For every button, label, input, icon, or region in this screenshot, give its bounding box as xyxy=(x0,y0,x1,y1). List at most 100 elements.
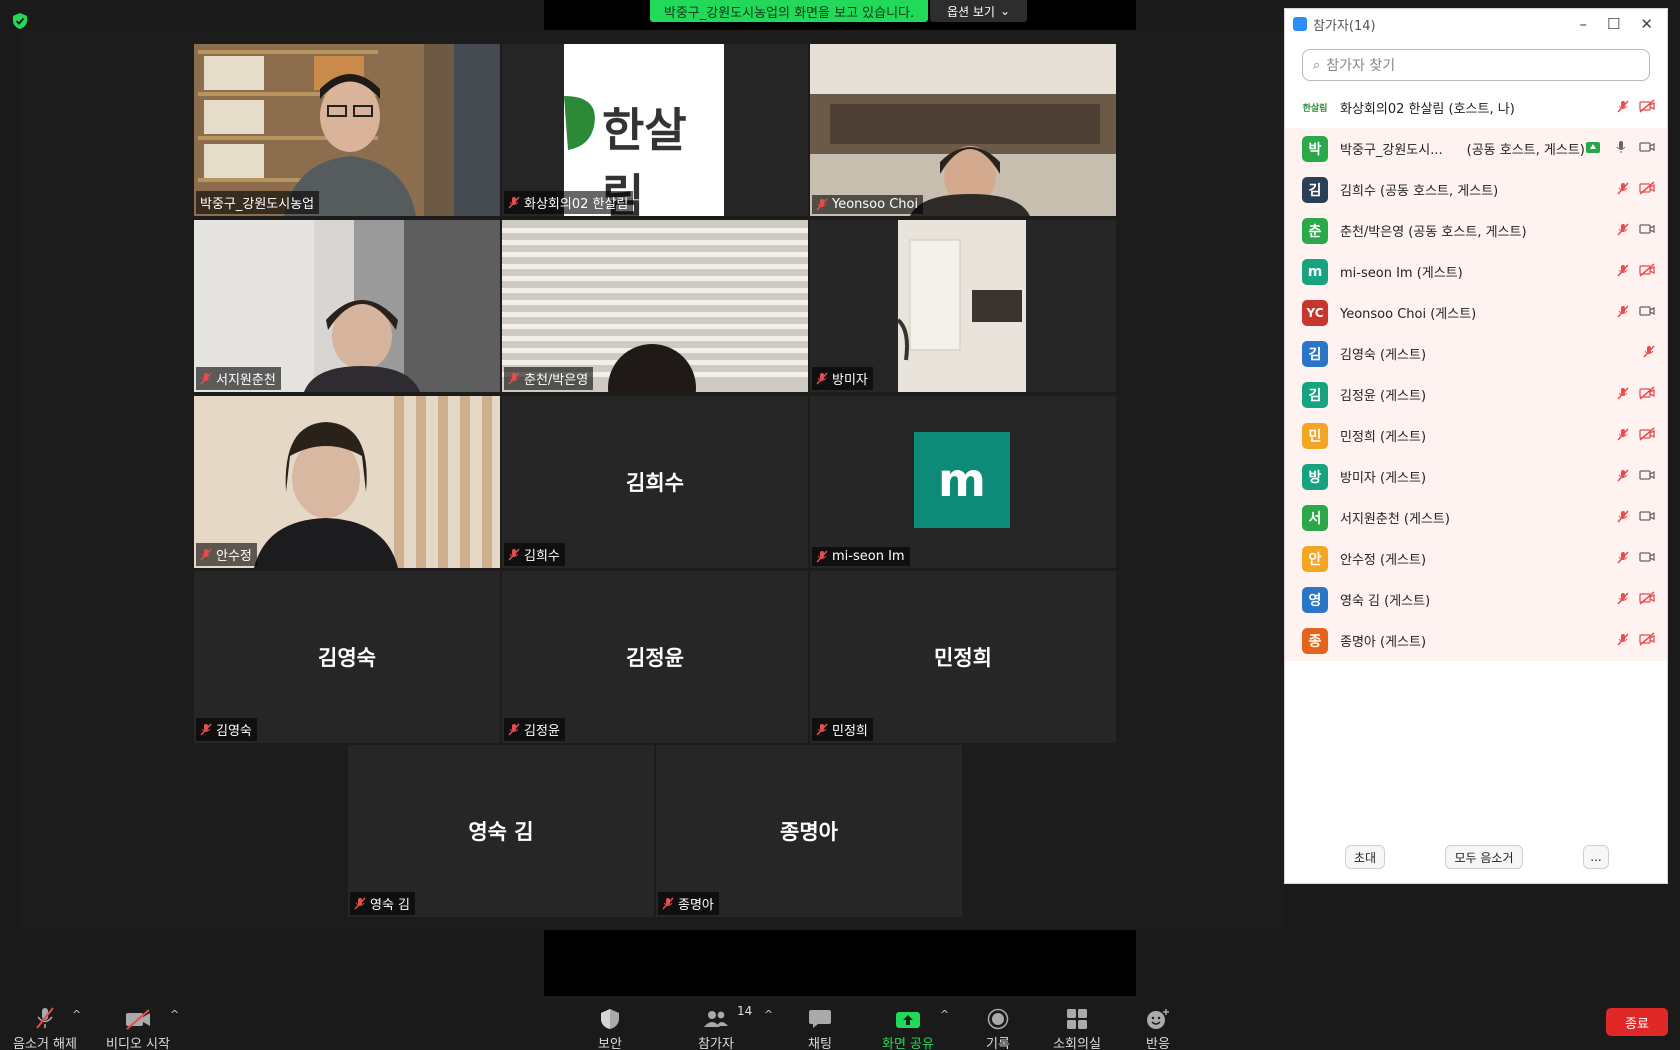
participant-name: mi-seon Im (게스트) xyxy=(1340,266,1463,281)
participants-label: 참가자 xyxy=(698,1037,734,1050)
participant-name-label: 민정희 xyxy=(812,718,873,741)
mic-muted-icon xyxy=(200,723,212,736)
video-tile[interactable]: 한살림 화상회의02 한살림 xyxy=(502,44,808,216)
mic-muted-icon xyxy=(816,723,828,736)
video-tile[interactable]: m mi-seon Im xyxy=(810,396,1116,568)
mic-muted-icon[interactable] xyxy=(1617,550,1629,564)
participant-name: 안수정 (게스트) xyxy=(1340,553,1427,568)
camera-off-icon[interactable] xyxy=(1639,181,1655,195)
mic-muted-icon[interactable] xyxy=(1617,263,1629,277)
mic-muted-icon[interactable] xyxy=(1617,99,1629,113)
mic-muted-icon[interactable] xyxy=(1617,632,1629,646)
start-video-button[interactable]: 비디오 시작 xyxy=(104,996,172,1050)
name-text: Yeonsoo Choi xyxy=(832,197,919,212)
participant-row[interactable]: 한살림 화상회의02 한살림 (호스트, 나) xyxy=(1285,87,1667,128)
share-screen-button[interactable]: 화면 공유 xyxy=(880,996,936,1050)
participant-row[interactable]: 김 김정윤 (게스트) xyxy=(1285,374,1667,415)
participant-row[interactable]: 김 김희수 (공동 호스트, 게스트) xyxy=(1285,169,1667,210)
camera-on-icon[interactable] xyxy=(1639,550,1655,564)
participant-row[interactable]: 종 종명아 (게스트) xyxy=(1285,620,1667,661)
video-tile[interactable]: 민정희 민정희 xyxy=(810,571,1116,743)
mic-muted-icon[interactable] xyxy=(1617,181,1629,195)
participant-name-label: mi-seon Im xyxy=(812,547,910,566)
participant-name-label: 안수정 xyxy=(196,543,257,566)
participant-search-input[interactable]: ⌕ 참가자 찾기 xyxy=(1302,49,1650,81)
mute-all-button[interactable]: 모두 음소거 xyxy=(1445,845,1523,869)
mic-muted-icon[interactable] xyxy=(1617,509,1629,523)
share-options-chevron-icon[interactable]: ^ xyxy=(940,1008,949,1021)
security-button[interactable]: 보안 xyxy=(588,996,632,1050)
more-options-button[interactable]: ... xyxy=(1583,845,1609,869)
camera-on-icon[interactable] xyxy=(1639,509,1655,523)
video-tile[interactable]: 방미자 xyxy=(810,220,1116,392)
participant-row[interactable]: 김 김영숙 (게스트) xyxy=(1285,333,1667,374)
breakout-rooms-icon xyxy=(1067,1009,1087,1029)
camera-off-icon[interactable] xyxy=(1639,99,1655,113)
view-options-button[interactable]: 옵션 보기 ⌄ xyxy=(930,0,1027,22)
security-shield-icon[interactable] xyxy=(12,12,28,30)
video-tile[interactable]: Yeonsoo Choi xyxy=(810,44,1116,216)
mic-muted-icon[interactable] xyxy=(1617,386,1629,400)
breakout-rooms-button[interactable]: 소회의실 xyxy=(1052,996,1102,1050)
end-meeting-button[interactable]: 종료 xyxy=(1606,1008,1668,1036)
participant-row[interactable]: 박 박중구_강원도시... (공동 호스트, 게스트) xyxy=(1285,128,1667,169)
mic-muted-icon[interactable] xyxy=(1617,427,1629,441)
participant-row[interactable]: 서 서지원춘천 (게스트) xyxy=(1285,497,1667,538)
video-tile[interactable]: 김희수 김희수 xyxy=(502,396,808,568)
camera-on-icon[interactable] xyxy=(1639,468,1655,482)
avatar: m xyxy=(1302,258,1328,285)
maximize-icon[interactable]: ☐ xyxy=(1607,15,1620,33)
participant-row[interactable]: m mi-seon Im (게스트) xyxy=(1285,251,1667,292)
video-tile[interactable]: 박중구_강원도시농업 xyxy=(194,44,500,216)
participants-button[interactable]: 14 참가자 xyxy=(694,996,752,1050)
avatar: 박 xyxy=(1302,135,1328,162)
participant-row[interactable]: 영 영숙 김 (게스트) xyxy=(1285,579,1667,620)
invite-button[interactable]: 초대 xyxy=(1345,845,1385,869)
audio-options-chevron-icon[interactable]: ^ xyxy=(72,1008,81,1021)
video-tile[interactable]: 영숙 김 영숙 김 xyxy=(348,745,654,917)
name-text: 방미자 xyxy=(832,373,868,388)
avatar: 민 xyxy=(1302,422,1328,449)
camera-off-icon[interactable] xyxy=(1639,632,1655,646)
record-button[interactable]: 기록 xyxy=(982,996,1014,1050)
search-placeholder: 참가자 찾기 xyxy=(1326,58,1396,74)
camera-on-icon[interactable] xyxy=(1639,140,1655,154)
participant-row[interactable]: 춘 춘천/박은영 (공동 호스트, 게스트) xyxy=(1285,210,1667,251)
mic-muted-icon[interactable] xyxy=(1617,591,1629,605)
mic-muted-icon[interactable] xyxy=(1617,222,1629,236)
chat-button[interactable]: 채팅 xyxy=(802,996,838,1050)
video-tile[interactable]: 김영숙 김영숙 xyxy=(194,571,500,743)
video-tile[interactable]: 종명아 종명아 xyxy=(656,745,962,917)
video-tile[interactable]: 김정윤 김정윤 xyxy=(502,571,808,743)
mic-muted-icon[interactable] xyxy=(1643,345,1655,358)
reactions-button[interactable]: 반응 xyxy=(1142,996,1174,1050)
camera-on-icon[interactable] xyxy=(1639,304,1655,318)
mic-muted-icon[interactable] xyxy=(1617,468,1629,482)
minimize-icon[interactable]: – xyxy=(1579,15,1587,33)
close-icon[interactable]: ✕ xyxy=(1640,15,1653,33)
start-video-label: 비디오 시작 xyxy=(106,1037,170,1050)
unmute-button[interactable]: 음소거 해제 xyxy=(12,996,78,1050)
video-options-chevron-icon[interactable]: ^ xyxy=(170,1008,179,1021)
participant-row[interactable]: 안 안수정 (게스트) xyxy=(1285,538,1667,579)
video-tile[interactable]: 안수정 xyxy=(194,396,500,568)
video-tile[interactable]: 서지원춘천 xyxy=(194,220,500,392)
mic-on-icon[interactable] xyxy=(1613,140,1629,154)
camera-off-icon[interactable] xyxy=(1639,427,1655,441)
name-text: 김정윤 xyxy=(524,724,560,739)
mic-muted-icon[interactable] xyxy=(1617,304,1629,318)
panel-footer: 초대 모두 음소거 ... xyxy=(1285,845,1667,873)
camera-on-icon[interactable] xyxy=(1639,222,1655,236)
participant-row[interactable]: YC Yeonsoo Choi (게스트) xyxy=(1285,292,1667,333)
avatar: 한살림 xyxy=(1302,104,1328,114)
camera-off-icon[interactable] xyxy=(1639,591,1655,605)
participant-row[interactable]: 방 방미자 (게스트) xyxy=(1285,456,1667,497)
avatar: YC xyxy=(1302,299,1328,326)
camera-off-icon[interactable] xyxy=(1639,386,1655,400)
participants-options-chevron-icon[interactable]: ^ xyxy=(764,1008,773,1021)
video-tile[interactable]: 춘천/박은영 xyxy=(502,220,808,392)
camera-off-icon[interactable] xyxy=(1639,263,1655,277)
participant-row[interactable]: 민 민정희 (게스트) xyxy=(1285,415,1667,456)
name-text: 영숙 김 xyxy=(370,898,411,913)
breakout-rooms-label: 소회의실 xyxy=(1053,1037,1101,1050)
